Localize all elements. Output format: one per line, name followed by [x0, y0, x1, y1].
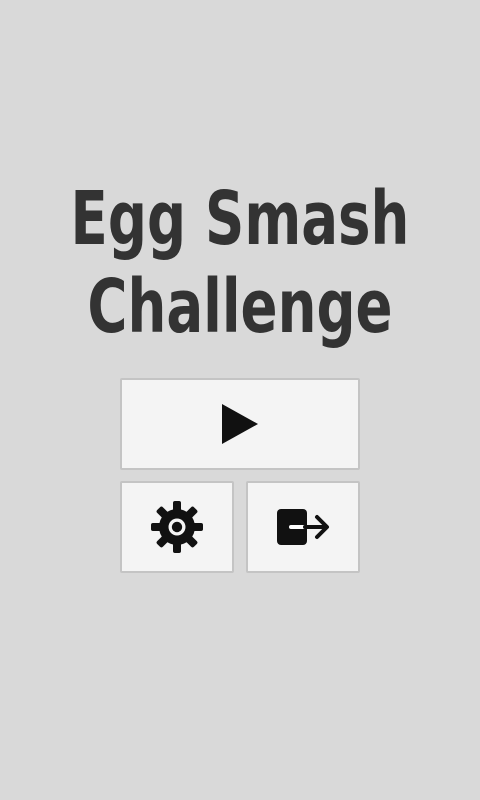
play-icon — [220, 402, 260, 446]
game-title-line-1: Egg Smash — [70, 176, 410, 262]
settings-button[interactable] — [120, 481, 234, 573]
gear-icon — [149, 499, 205, 555]
game-title: Egg Smash Challenge — [0, 182, 480, 344]
exit-button[interactable] — [246, 481, 360, 573]
game-title-line-2: Challenge — [87, 264, 393, 350]
exit-icon — [275, 503, 331, 551]
play-button[interactable] — [120, 378, 360, 470]
